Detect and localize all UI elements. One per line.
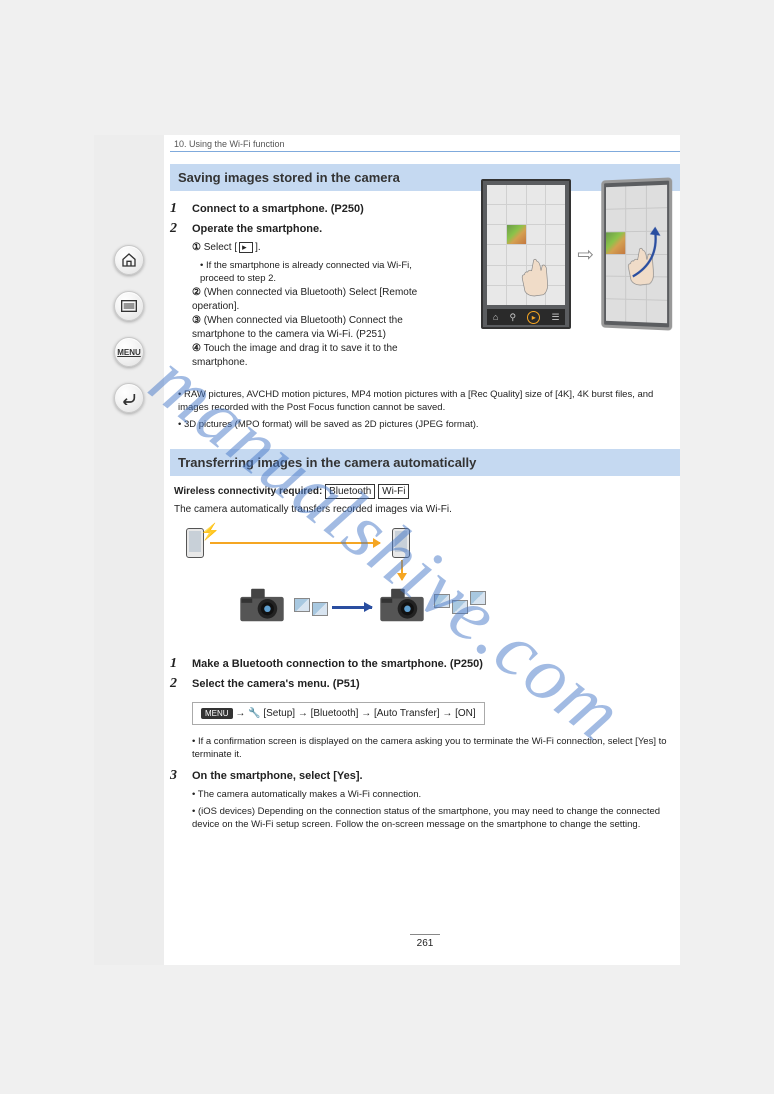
list-icon — [121, 300, 137, 312]
phone-illustration: ⌂ ⚲ ▸ ☰ ⇨ — [481, 179, 672, 329]
step-text: Make a Bluetooth connection to the smart… — [192, 656, 483, 670]
back-icon — [121, 391, 137, 405]
wifi-badge: Wi-Fi — [378, 484, 409, 499]
playback-icon — [239, 242, 253, 253]
s2-step3: 3 On the smartphone, select [Yes]. — [170, 768, 680, 784]
bluetooth-arrow — [210, 542, 380, 544]
arrow-right-icon: ⇨ — [577, 242, 594, 267]
s2-menu-note: If a confirmation screen is displayed on… — [192, 735, 680, 762]
s1-step2: 2 Operate the smartphone. — [170, 221, 420, 237]
phone-grid-screen: ⌂ ⚲ ▸ ☰ — [481, 179, 571, 329]
s1-sub1: ① Select []. — [192, 241, 420, 255]
s1-step1: 1 Connect to a smartphone. (P250) — [170, 201, 420, 217]
s2-desc: The camera automatically transfers recor… — [174, 503, 676, 518]
bolt-icon: ⚡ — [200, 522, 220, 542]
back-button[interactable] — [114, 383, 144, 413]
transfer-diagram: ⚡ — [182, 528, 502, 648]
s1-note2: 3D pictures (MPO format) will be saved a… — [178, 418, 680, 431]
s1-note1: RAW pictures, AVCHD motion pictures, MP4… — [178, 388, 680, 415]
list-button[interactable] — [114, 291, 144, 321]
step-text: Select the camera's menu. (P51) — [192, 676, 360, 690]
step-number: 1 — [170, 656, 192, 672]
sub-text: Select [ — [204, 242, 237, 253]
menu-small-icon: ☰ — [552, 312, 560, 323]
s1-sub2: ② (When connected via Bluetooth) Select … — [192, 286, 420, 314]
wifi-arrow — [332, 606, 372, 609]
phone-drag-target — [601, 177, 672, 330]
home-small-icon: ⌂ — [493, 312, 498, 322]
step-text: Connect to a smartphone. (P250) — [192, 201, 364, 215]
step-text: Operate the smartphone. — [192, 221, 322, 235]
step-number: 1 — [170, 201, 192, 217]
sidebar-nav: MENU — [94, 135, 164, 965]
chapter-header: 10. Using the Wi-Fi function — [170, 135, 680, 152]
sub-text: (When connected via Bluetooth) Connect t… — [192, 315, 403, 340]
home-icon — [121, 252, 137, 268]
phone-dest-icon — [392, 528, 410, 558]
page-number: 261 — [410, 934, 440, 949]
playback-highlighted-icon: ▸ — [527, 311, 540, 324]
s2-step1: 1 Make a Bluetooth connection to the sma… — [170, 656, 680, 672]
step-number: 2 — [170, 676, 192, 692]
remote-small-icon: ⚲ — [510, 312, 517, 323]
section2-title: Transferring images in the camera automa… — [170, 449, 680, 476]
menu-button[interactable]: MENU — [114, 337, 144, 367]
menu-path-box: MENU → 🔧 [Setup] → [Bluetooth] → [Auto T… — [192, 702, 485, 725]
sub-text: (When connected via Bluetooth) Select [R… — [192, 287, 417, 312]
sub-text: Touch the image and drag it to save it t… — [192, 343, 398, 368]
s2-step3-note2: (iOS devices) Depending on the connectio… — [192, 805, 680, 832]
camera-source-icon — [234, 586, 290, 624]
home-button[interactable] — [114, 245, 144, 275]
bluetooth-badge: Bluetooth — [325, 484, 375, 499]
step-number: 3 — [170, 768, 192, 784]
connectivity-label: Wireless connectivity required: Bluetoot… — [174, 486, 680, 497]
s2-step3-note1: The camera automatically makes a Wi-Fi c… — [192, 788, 680, 801]
s1-sub3: ③ (When connected via Bluetooth) Connect… — [192, 314, 420, 342]
menu-tag: MENU — [201, 708, 233, 719]
s2-step2: 2 Select the camera's menu. (P51) — [170, 676, 680, 692]
step-text: On the smartphone, select [Yes]. — [192, 768, 363, 782]
camera-dest-icon — [374, 586, 430, 624]
page-content: 10. Using the Wi-Fi function Saving imag… — [170, 135, 680, 965]
s1-sub1-extra: If the smartphone is already connected v… — [200, 259, 420, 286]
dest-thumbs — [434, 594, 486, 614]
step-number: 2 — [170, 221, 192, 237]
down-arrow — [401, 560, 403, 580]
s1-sub4: ④ Touch the image and drag it to save it… — [192, 342, 420, 370]
source-thumbs — [294, 598, 328, 616]
